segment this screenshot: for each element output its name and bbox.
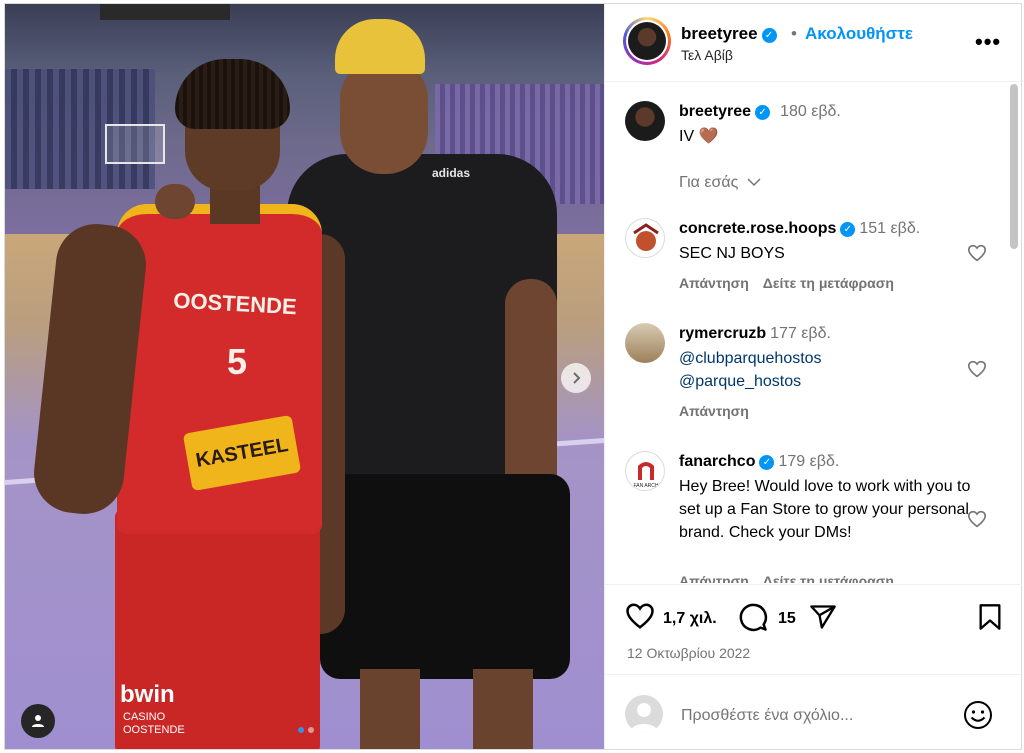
add-comment-bar — [605, 674, 1023, 749]
commenter-avatar[interactable]: FAN ARCH — [625, 451, 665, 491]
like-comment-heart-icon[interactable] — [967, 360, 987, 378]
basketball-hoop — [105, 124, 165, 164]
right-player-shorts — [320, 474, 570, 679]
author-avatar[interactable] — [623, 17, 671, 65]
save-bookmark-icon[interactable] — [978, 603, 1002, 631]
comment-text: @clubparquehostos @parque_hostos — [679, 347, 979, 393]
tagged-users-button[interactable] — [21, 704, 55, 738]
emoji-smiley-icon[interactable] — [963, 700, 993, 730]
comment-time: 151 εβδ. — [859, 220, 921, 237]
comment-bubble-icon[interactable] — [738, 602, 768, 632]
comment-actions: Απάντηση — [679, 403, 763, 419]
reply-button[interactable]: Απάντηση — [679, 573, 749, 583]
avatar-image — [628, 22, 666, 60]
comment-actions: Απάντηση Δείτε τη μετάφραση — [679, 275, 908, 291]
fan-arch-logo-icon: FAN ARCH — [633, 462, 659, 489]
verified-badge-icon: ✓ — [755, 105, 771, 120]
jersey-number: 5 — [227, 341, 248, 382]
verified-badge-icon: ✓ — [840, 222, 856, 237]
next-image-button[interactable] — [561, 363, 591, 393]
reply-button[interactable]: Απάντηση — [679, 403, 749, 419]
person-icon — [32, 715, 44, 727]
comment-author[interactable]: concrete.rose.hoops ✓ 151 εβδ. — [679, 220, 920, 238]
author-avatar[interactable] — [625, 101, 665, 141]
chevron-down-icon — [747, 178, 761, 187]
like-count[interactable]: 1,7 χιλ. — [663, 610, 717, 628]
username-text[interactable]: concrete.rose.hoops — [679, 220, 836, 237]
commenter-avatar[interactable] — [625, 218, 665, 258]
share-paper-plane-icon[interactable] — [808, 603, 838, 631]
comment-author[interactable]: fanarchco ✓ 179 εβδ. — [679, 453, 839, 471]
comment-count[interactable]: 15 — [778, 610, 796, 628]
post-dialog: adidas OOSTENDE 5 KASTEEL bwin CASINO OO… — [4, 3, 1023, 750]
right-player-leg — [360, 669, 420, 749]
username-text[interactable]: breetyree — [679, 103, 751, 120]
right-player-leg — [473, 669, 533, 749]
follow-button[interactable]: Ακολουθήστε — [805, 24, 913, 44]
separator-dot: • — [791, 24, 797, 43]
right-player-head — [340, 59, 428, 174]
more-options-icon[interactable]: ••• — [975, 29, 1001, 55]
comment-input[interactable] — [681, 707, 941, 725]
see-translation-button[interactable]: Δείτε τη μετάφραση — [763, 573, 894, 583]
comment-time: 179 εβδ. — [778, 453, 840, 470]
see-translation-button[interactable]: Δείτε τη μετάφραση — [763, 275, 894, 291]
shorts-sponsor-sub: CASINO OOSTENDE — [123, 711, 185, 736]
post-photo[interactable]: adidas OOSTENDE 5 KASTEEL bwin CASINO OO… — [5, 4, 604, 749]
reply-button[interactable]: Απάντηση — [679, 275, 749, 291]
like-heart-icon[interactable] — [625, 602, 655, 630]
post-side-panel: breetyree ✓ • Ακολουθήστε Τελ Αβίβ ••• br… — [604, 4, 1023, 749]
for-you-toggle[interactable]: Για εσάς — [679, 174, 761, 192]
carousel-dot — [308, 727, 314, 733]
comment-text: Hey Bree! Would love to work with you to… — [679, 478, 971, 541]
comment-author[interactable]: rymercruzb 177 εβδ. — [679, 325, 831, 343]
caption-author[interactable]: breetyree ✓ 180 εβδ. — [679, 103, 841, 121]
username-text[interactable]: fanarchco — [679, 453, 755, 470]
username-text[interactable]: breetyree — [681, 24, 758, 43]
current-user-avatar — [625, 695, 663, 733]
like-comment-heart-icon[interactable] — [967, 244, 987, 262]
comment-time: 177 εβδ. — [770, 325, 831, 342]
scoreboard — [100, 4, 230, 20]
commenter-avatar[interactable] — [625, 323, 665, 363]
carousel-dot — [298, 727, 304, 733]
post-date[interactable]: 12 Οκτωβρίου 2022 — [627, 645, 750, 661]
caption-text: IV 🤎 — [679, 128, 719, 145]
post-header: breetyree ✓ • Ακολουθήστε Τελ Αβίβ ••• — [605, 4, 1023, 82]
like-comment-heart-icon[interactable] — [967, 510, 987, 528]
mention-link[interactable]: @clubparquehostos — [679, 347, 979, 370]
svg-text:FAN ARCH: FAN ARCH — [633, 483, 658, 489]
post-location[interactable]: Τελ Αβίβ — [681, 47, 733, 63]
caption-time: 180 εβδ. — [780, 103, 841, 120]
verified-badge-icon: ✓ — [761, 28, 777, 43]
mention-link[interactable]: @parque_hostos — [679, 370, 979, 393]
basketball-icon — [633, 223, 659, 251]
chevron-right-icon — [573, 372, 581, 384]
shirt-brand-logo: adidas — [432, 166, 471, 180]
comment-text: SEC NJ BOYS — [679, 245, 785, 262]
shorts-sponsor: bwin — [120, 681, 175, 708]
verified-badge-icon: ✓ — [759, 455, 775, 470]
comment-actions: Απάντηση Δείτε τη μετάφραση — [679, 573, 908, 583]
comments-list: breetyree ✓ 180 εβδ. IV 🤎 Για εσάς concret… — [605, 83, 1023, 583]
right-player-hand — [155, 184, 195, 219]
carousel-indicators — [298, 727, 314, 733]
for-you-label: Για εσάς — [679, 174, 739, 191]
username-text[interactable]: rymercruzb — [679, 325, 766, 342]
default-avatar-icon — [630, 703, 658, 733]
post-actions-bar: 1,7 χιλ. 15 12 Οκτωβρίου 2022 — [605, 584, 1023, 674]
author-username[interactable]: breetyree ✓ — [681, 24, 777, 44]
